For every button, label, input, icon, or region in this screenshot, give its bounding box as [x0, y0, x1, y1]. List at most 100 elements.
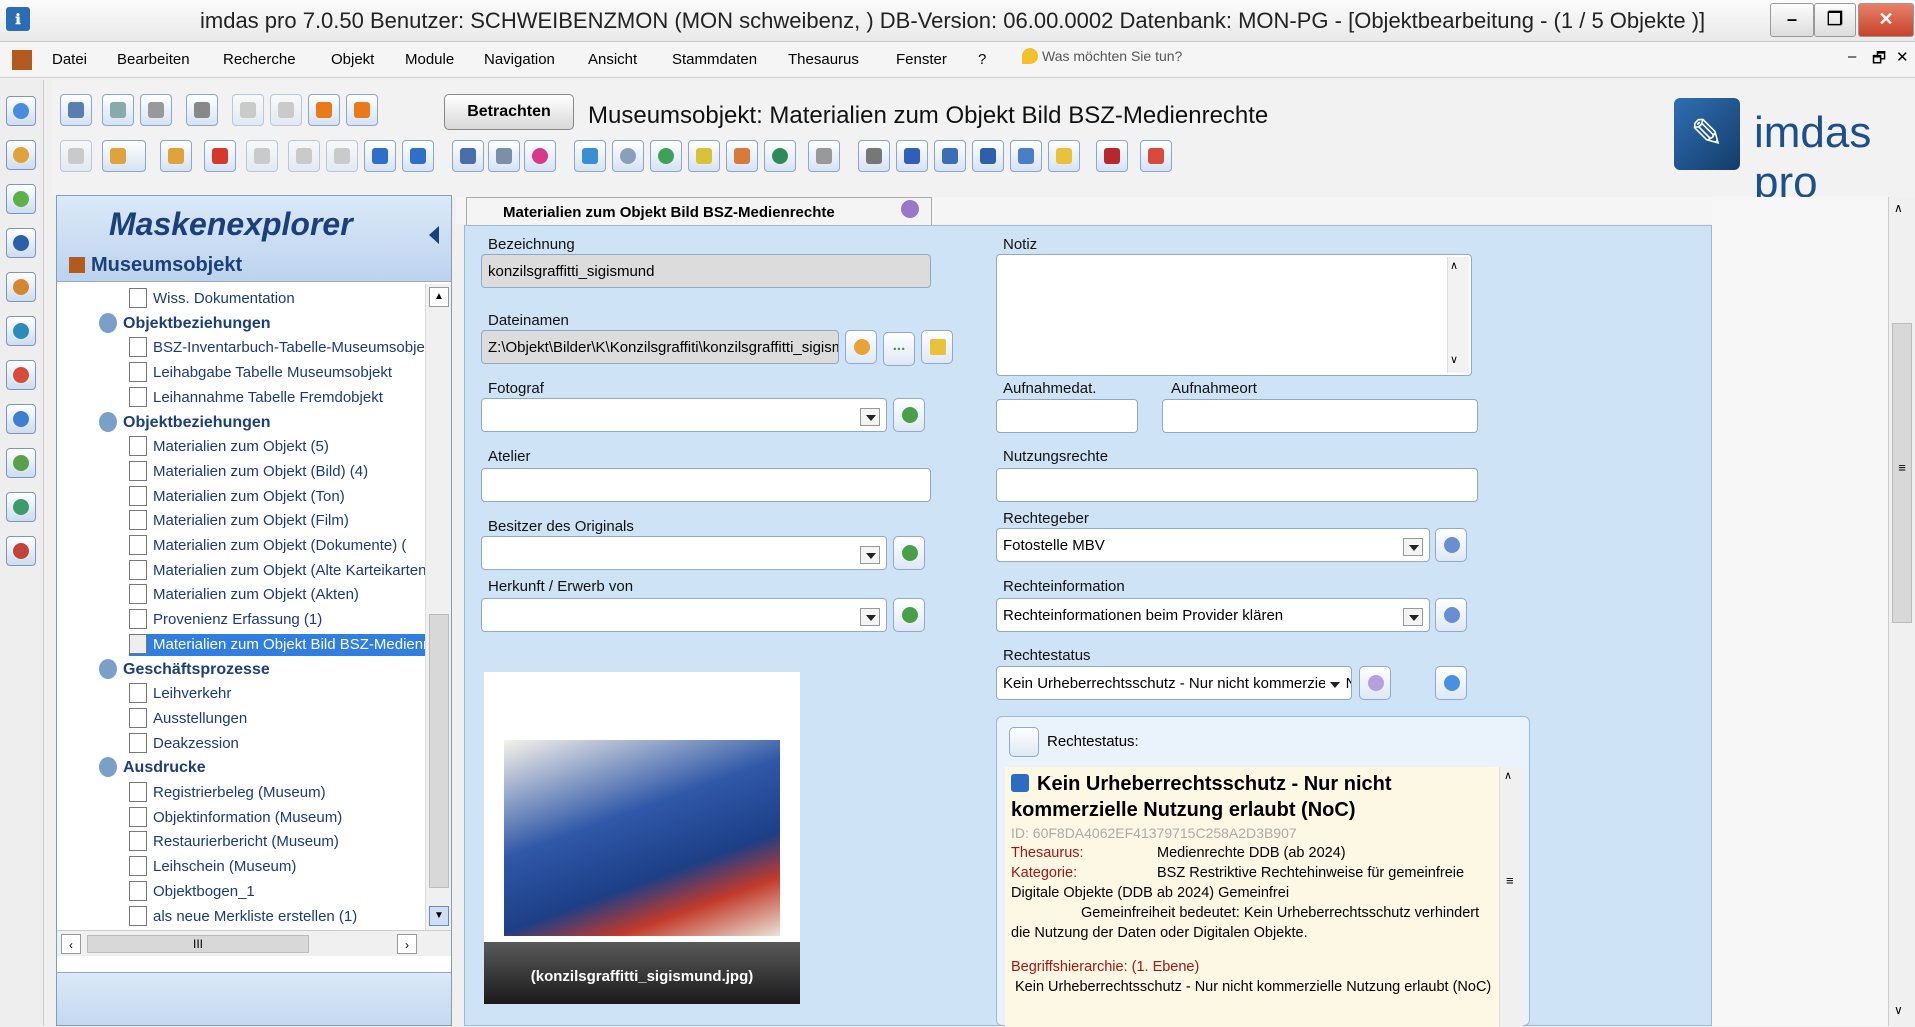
mdi-restore-button[interactable]: 🗗 [1872, 48, 1886, 73]
tree-item[interactable]: Deakzession [129, 732, 239, 755]
image-tool-button[interactable] [6, 492, 36, 522]
close-button[interactable]: ✕ [1858, 3, 1914, 37]
fotograf-select[interactable] [481, 398, 887, 432]
first-button[interactable] [288, 140, 320, 172]
folder-button[interactable] [1048, 140, 1080, 172]
mdi-close-button[interactable]: ✕ [1896, 48, 1909, 66]
tree-vertical-scrollbar[interactable]: ▲ ▼ [425, 284, 451, 930]
scroll-down-icon[interactable]: ∨ [1894, 1003, 1903, 1017]
scroll-down-icon[interactable]: ▼ [429, 906, 449, 926]
notiz-scrollbar[interactable]: ∧ ∨ [1447, 257, 1469, 373]
restore-button[interactable]: ❐ [1814, 3, 1856, 37]
notes-tool-button[interactable] [6, 536, 36, 566]
tree-item[interactable]: Restaurierbericht (Museum) [129, 831, 339, 853]
tree-group[interactable]: Objektbeziehungen [99, 312, 271, 335]
workflow-tool-button[interactable] [6, 360, 36, 390]
tree-item[interactable]: Materialien zum Objekt (Ton) [129, 485, 345, 508]
archive-button[interactable] [1010, 140, 1042, 172]
bezeichnung-field[interactable]: konzilsgraffitti_sigismund [481, 254, 931, 288]
scroll-left-icon[interactable]: ‹ [61, 934, 81, 954]
copy-info-button[interactable] [1009, 727, 1039, 757]
scroll-up-icon[interactable]: ▲ [429, 287, 449, 307]
scroll-up-icon[interactable]: ∧ [1450, 259, 1458, 272]
rechtegeber-thesaurus-button[interactable] [1435, 528, 1467, 562]
rechteinfo-thesaurus-button[interactable] [1435, 598, 1467, 632]
minimize-button[interactable]: – [1770, 3, 1814, 37]
prev-record-button[interactable] [270, 94, 302, 126]
mdi-minimize-button[interactable]: – [1848, 48, 1856, 65]
link-button[interactable] [808, 140, 840, 172]
tree-horizontal-scrollbar[interactable]: ‹ III › [57, 930, 451, 956]
globe-search-button[interactable] [650, 140, 682, 172]
menu-ansicht[interactable]: Ansicht [588, 51, 637, 68]
menu-fenster[interactable]: Fenster [896, 51, 947, 68]
fotograf-person-button[interactable] [893, 398, 925, 432]
dropdown-arrow-icon[interactable] [860, 608, 880, 626]
new-record-button[interactable] [102, 140, 146, 172]
tree-item[interactable]: Objektbogen_1 [129, 880, 255, 903]
dropdown-arrow-icon[interactable] [1403, 608, 1423, 626]
tag-button[interactable] [688, 140, 720, 172]
help-search[interactable]: Was möchten Sie tun? [1022, 48, 1234, 72]
menu-stammdaten[interactable]: Stammdaten [672, 51, 757, 68]
next-button[interactable] [364, 140, 396, 172]
scroll-up-icon[interactable]: ∧ [1894, 201, 1903, 215]
search-button[interactable] [102, 94, 134, 126]
dropdown-arrow-icon[interactable] [1403, 538, 1423, 556]
print-button[interactable] [186, 94, 218, 126]
tree-item[interactable]: als neue Merkliste erstellen (1) [129, 905, 357, 928]
tree-item[interactable]: Objektinformation (Museum) [129, 806, 342, 829]
camera-button[interactable] [858, 140, 890, 172]
menu-recherche[interactable]: Recherche [223, 51, 296, 68]
workflow-button[interactable] [1140, 140, 1172, 172]
rechtegeber-select[interactable]: Fotostelle MBV [996, 528, 1430, 562]
music-button[interactable] [896, 140, 928, 172]
tree-item[interactable]: Materialien zum Objekt (Bild) (4) [129, 460, 368, 483]
tree-item[interactable]: Materialien zum Objekt (Akten) [129, 584, 359, 606]
dropdown-arrow-icon[interactable] [1325, 676, 1345, 694]
edit-tool-button[interactable] [6, 184, 36, 214]
persons-tool-button[interactable] [6, 272, 36, 302]
scroll-grip-icon[interactable]: ≡ [1506, 873, 1514, 888]
save-record-button[interactable] [60, 140, 92, 172]
tree-item[interactable]: Materialien zum Objekt (Alte Karteikarte… [129, 559, 425, 582]
menu-help[interactable]: ? [978, 51, 986, 68]
edit-button[interactable] [452, 140, 484, 172]
glasses-button[interactable] [140, 94, 172, 126]
rechtestatus-comment-button[interactable] [1359, 666, 1391, 700]
search-tool-button[interactable] [6, 96, 36, 126]
betrachten-button[interactable]: Betrachten [444, 94, 574, 130]
menu-navigation[interactable]: Navigation [484, 51, 555, 68]
explorer-root[interactable]: Museumsobjekt [69, 254, 242, 277]
rechtestatus-thesaurus-button[interactable] [1435, 666, 1467, 700]
scroll-thumb[interactable] [429, 614, 449, 888]
form-button[interactable] [488, 140, 520, 172]
rechtestatus-scrollbar[interactable]: ∧ ≡ [1499, 767, 1523, 1027]
spellcheck-tool-button[interactable] [6, 448, 36, 478]
aufnahmedat-field[interactable] [996, 399, 1138, 433]
tree-item[interactable]: Leihabgabe Tabelle Museumsobjekt [129, 362, 392, 384]
prev-button[interactable] [326, 140, 358, 172]
help-tool-button[interactable] [6, 404, 36, 434]
aufnahmeort-field[interactable] [1162, 399, 1478, 433]
tab-materialien[interactable]: Materialien zum Objekt Bild BSZ-Medienre… [466, 197, 932, 225]
folder-open-button[interactable] [921, 330, 953, 364]
atelier-field[interactable] [481, 468, 931, 502]
web-button[interactable] [764, 140, 796, 172]
herkunft-person-button[interactable] [893, 598, 925, 632]
tree-item[interactable]: Materialien zum Objekt (5) [129, 436, 329, 458]
menu-thesaurus[interactable]: Thesaurus [788, 51, 859, 68]
rechteinfo-select[interactable]: Rechteinformationen beim Provider klären [996, 598, 1430, 632]
tree-item[interactable]: Wiss. Dokumentation [129, 288, 295, 310]
tree-group[interactable]: Ausdrucke [99, 757, 206, 779]
besitzer-select[interactable] [481, 536, 887, 570]
tree-group[interactable]: Geschäftsprozesse [99, 658, 270, 681]
menu-objekt[interactable]: Objekt [331, 51, 374, 68]
menu-bearbeiten[interactable]: Bearbeiten [117, 51, 190, 68]
tree-group[interactable]: Objektbeziehungen [99, 411, 271, 434]
film-button[interactable] [934, 140, 966, 172]
globe-tool-button[interactable] [6, 316, 36, 346]
tree-item[interactable]: Materialien zum Objekt (Dokumente) ( [129, 535, 406, 557]
last-button[interactable] [402, 140, 434, 172]
rechtestatus-select[interactable]: Kein Urheberrechtsschutz - Nur nicht kom… [996, 666, 1352, 700]
